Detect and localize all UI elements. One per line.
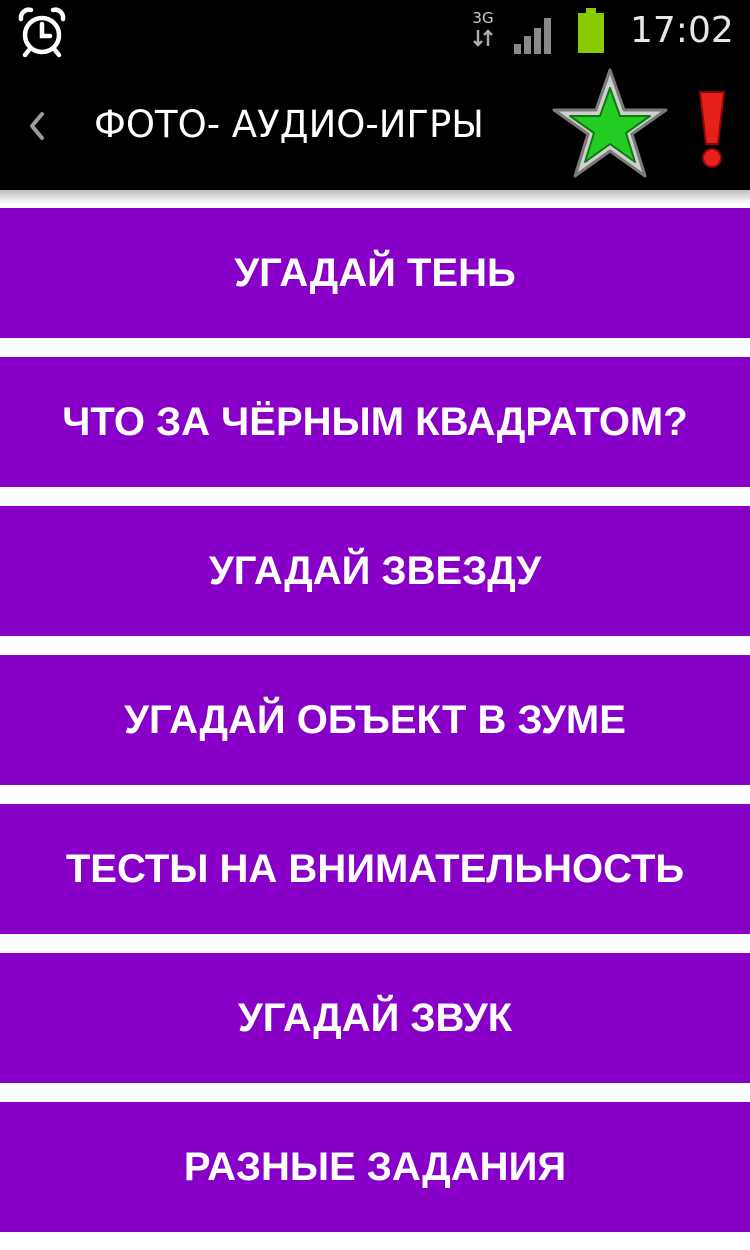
menu-button-guess-star[interactable]: УГАДАЙ ЗВЕЗДУ: [0, 506, 750, 636]
exclamation-icon[interactable]: [690, 86, 734, 170]
status-clock: 17:02: [630, 10, 734, 51]
star-icon[interactable]: [548, 66, 672, 184]
alarm-clock-icon: [18, 7, 66, 58]
menu-button-guess-sound[interactable]: УГАДАЙ ЗВУК: [0, 953, 750, 1083]
menu-button-guess-zoomed-object[interactable]: УГАДАЙ ОБЪЕКТ В ЗУМЕ: [0, 655, 750, 785]
network-type-label: 3G: [472, 9, 494, 27]
menu-button-various-tasks[interactable]: РАЗНЫЕ ЗАДАНИЯ: [0, 1102, 750, 1232]
action-bar-shadow: [0, 190, 750, 204]
back-chevron-icon[interactable]: [14, 102, 58, 150]
signal-strength-icon: [514, 18, 551, 54]
data-arrows-icon: [473, 29, 493, 47]
page-title: ФОТО- АУДИО-ИГРЫ: [94, 103, 484, 146]
battery-icon: [578, 8, 604, 53]
menu-button-behind-black-square[interactable]: ЧТО ЗА ЧЁРНЫМ КВАДРАТОМ?: [0, 357, 750, 487]
menu-button-guess-shadow[interactable]: УГАДАЙ ТЕНЬ: [0, 208, 750, 338]
action-bar: ФОТО- АУДИО-ИГРЫ: [0, 62, 750, 190]
menu-button-attention-tests[interactable]: ТЕСТЫ НА ВНИМАТЕЛЬНОСТЬ: [0, 804, 750, 934]
status-bar: 3G 17:02: [0, 0, 750, 62]
